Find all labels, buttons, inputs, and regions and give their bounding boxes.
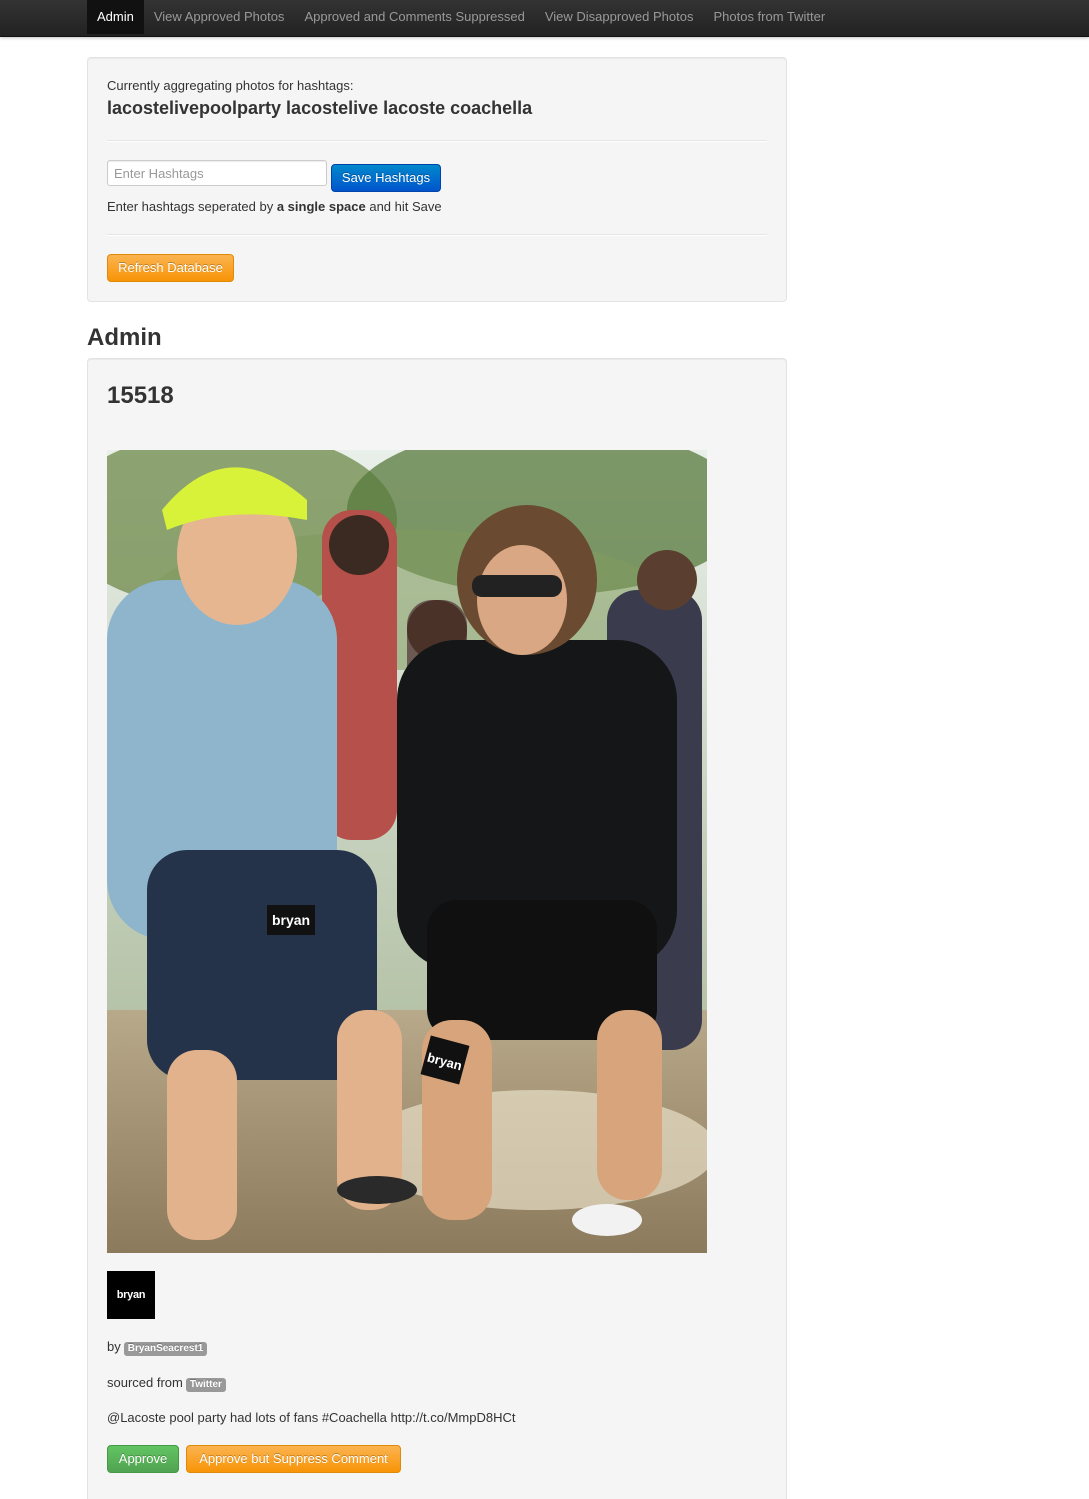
hashtag-settings-panel: Currently aggregating photos for hashtag… [87, 57, 787, 302]
photo-caption: @Lacoste pool party had lots of fans #Co… [107, 1410, 516, 1425]
nav-item-view-approved-photos[interactable]: View Approved Photos [144, 0, 295, 34]
top-navbar: Admin View Approved Photos Approved and … [0, 0, 1089, 37]
help-text-suffix: and hit Save [365, 199, 442, 214]
save-hashtags-button[interactable]: Save Hashtags [331, 164, 441, 192]
photo-moderation-card: 15518 bryan bryan bryan by BryanSeacrest… [87, 358, 787, 1499]
nav-menu: Admin View Approved Photos Approved and … [87, 0, 835, 34]
help-text-bold: a single space [276, 199, 366, 214]
section-title: Admin [87, 324, 162, 351]
refresh-database-button[interactable]: Refresh Database [107, 254, 234, 282]
current-hashtags-label: Currently aggregating photos for hashtag… [107, 78, 354, 93]
divider [107, 140, 767, 142]
nav-item-photos-from-twitter[interactable]: Photos from Twitter [703, 0, 835, 34]
source-badge: Twitter [185, 1378, 226, 1392]
author-avatar: bryan [107, 1271, 155, 1319]
by-label: by [107, 1339, 121, 1354]
current-hashtags-value: lacostelivepoolparty lacostelive lacoste… [107, 98, 533, 118]
hashtags-help-text: Enter hashtags seperated by a single spa… [107, 199, 442, 214]
author-line: by BryanSeacrest1 [107, 1339, 208, 1356]
submitted-photo: bryan bryan [107, 450, 707, 1253]
nav-item-admin[interactable]: Admin [87, 0, 144, 34]
nav-item-view-disapproved-photos[interactable]: View Disapproved Photos [535, 0, 704, 34]
hashtags-input[interactable] [107, 160, 327, 186]
sourced-from-label: sourced from [107, 1375, 183, 1390]
photo-id: 15518 [107, 382, 174, 409]
divider [107, 234, 767, 236]
photo-illustration: bryan bryan [107, 450, 707, 1253]
approve-button[interactable]: Approve [107, 1445, 179, 1473]
photo-overlay-text-1: bryan [272, 912, 310, 928]
source-line: sourced from Twitter [107, 1375, 226, 1392]
approve-suppress-comment-button[interactable]: Approve but Suppress Comment [186, 1445, 401, 1473]
help-text-prefix: Enter hashtags seperated by [107, 199, 277, 214]
author-badge: BryanSeacrest1 [123, 1342, 208, 1356]
nav-item-approved-comments-suppressed[interactable]: Approved and Comments Suppressed [294, 0, 534, 34]
